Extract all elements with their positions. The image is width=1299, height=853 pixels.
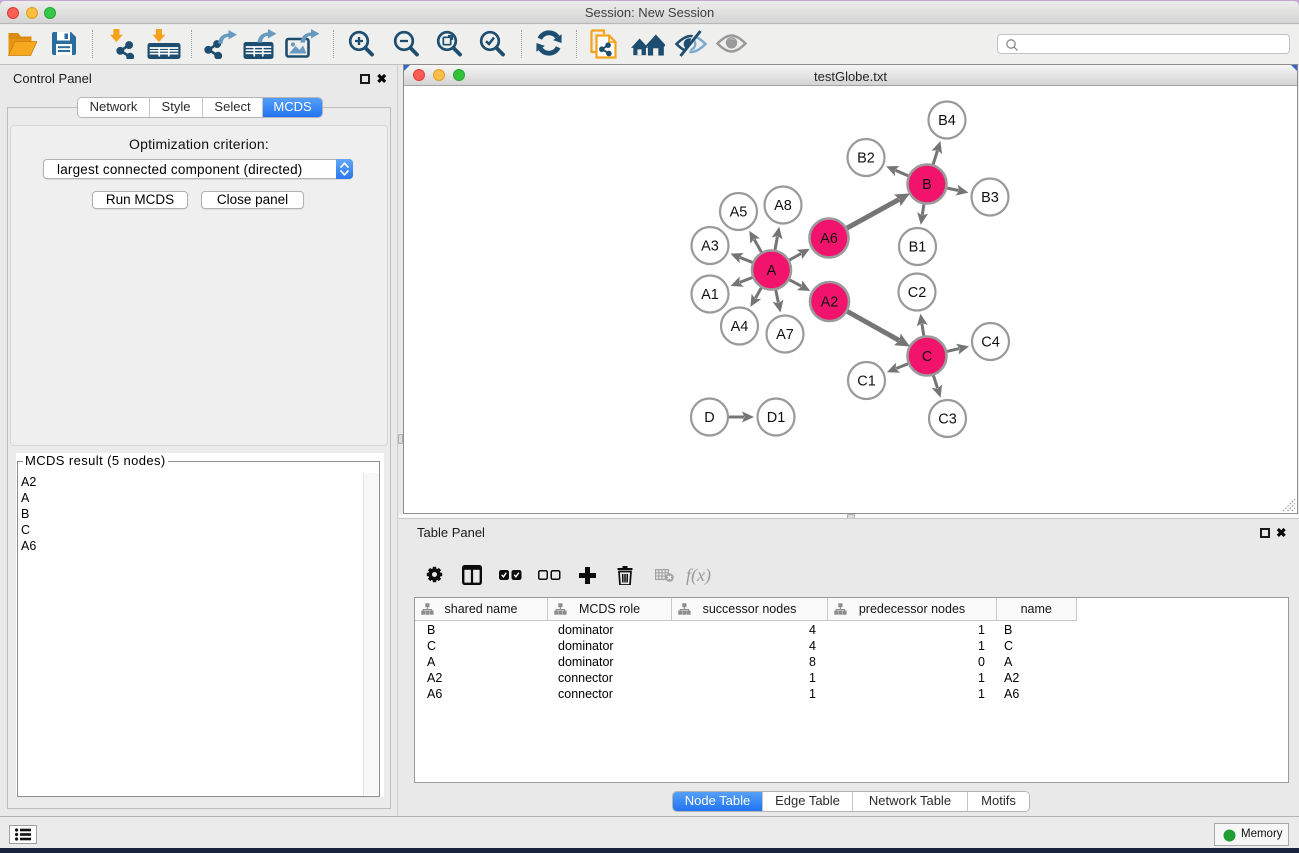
svg-text:A8: A8 [774,198,792,214]
svg-text:A1: A1 [701,287,719,303]
svg-text:C2: C2 [908,285,927,301]
svg-text:B: B [922,177,932,193]
svg-text:C3: C3 [938,412,957,428]
svg-text:B2: B2 [857,151,875,167]
svg-text:A2: A2 [821,295,839,311]
svg-text:D1: D1 [767,410,786,426]
svg-text:A4: A4 [731,319,749,335]
svg-text:B1: B1 [909,240,927,256]
svg-text:D: D [704,410,714,426]
svg-text:C1: C1 [857,374,876,390]
svg-text:A3: A3 [701,239,719,255]
svg-text:B4: B4 [938,113,956,129]
svg-text:A: A [767,263,777,279]
svg-text:A7: A7 [776,327,794,343]
svg-text:A5: A5 [730,205,748,221]
svg-text:A6: A6 [820,231,838,247]
svg-text:C: C [922,349,932,365]
svg-text:B3: B3 [981,190,999,206]
svg-text:C4: C4 [981,335,1000,351]
